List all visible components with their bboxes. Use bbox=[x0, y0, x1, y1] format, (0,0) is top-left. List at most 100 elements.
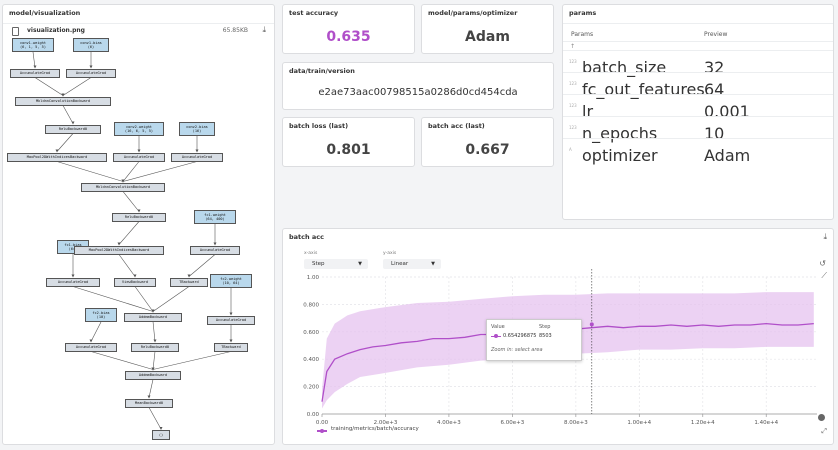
graph-edge bbox=[62, 105, 74, 124]
graph-edge bbox=[152, 351, 156, 370]
graph-param-node: conv2.bias (16) bbox=[179, 122, 215, 136]
x-tick-label: 1.40e+4 bbox=[754, 420, 778, 426]
graph-param-node: conv2.weight (16, 6, 5, 5) bbox=[114, 122, 164, 136]
tooltip-value-header: Value bbox=[491, 324, 505, 330]
optimizer-value: Adam bbox=[465, 29, 510, 45]
params-row[interactable]: 123 batch_size 32 bbox=[563, 50, 833, 77]
y-tick-label: 0.200 bbox=[303, 385, 319, 391]
file-icon bbox=[12, 27, 19, 36]
params-row[interactable]: 123 lr 0.001 bbox=[563, 94, 833, 121]
params-panel: params Params Preview ↑ 123 batch_size 32 1… bbox=[562, 4, 834, 220]
graph-op-node: AccumulateGrad bbox=[207, 315, 255, 325]
graph-op-node: ReluBackward0 bbox=[112, 212, 166, 222]
x-tick-label: 8.00e+3 bbox=[564, 420, 588, 426]
graph-op-node: MkldnnConvolutionBackward bbox=[15, 96, 111, 106]
graph-op-node: ReluBackward0 bbox=[45, 124, 101, 134]
y-tick-label: 0.600 bbox=[303, 330, 319, 336]
data-version-card: data/train/version e2ae73aac00798515a028… bbox=[282, 62, 554, 110]
batch-acc-chart-panel: batch acc ⤓ x-axis Step ▼ y-axis Linear … bbox=[282, 228, 834, 445]
graph-op-node: MaxPool2DWithIndicesBackward bbox=[74, 245, 164, 255]
graph-param-node: conv1.bias (6) bbox=[73, 38, 109, 52]
graph-op-node: TBackward bbox=[214, 342, 248, 352]
graph-edge bbox=[90, 351, 154, 370]
graph-op-node: AccumulateGrad bbox=[171, 152, 223, 162]
card-title: data/train/version bbox=[289, 67, 355, 75]
sort-up-icon[interactable]: ↑ bbox=[570, 43, 575, 50]
card-title: batch loss (last) bbox=[289, 122, 349, 130]
graph-op-node: AddmmBackward bbox=[125, 370, 181, 380]
graph-edge bbox=[134, 286, 154, 312]
x-tick-label: 1.20e+4 bbox=[691, 420, 715, 426]
graph-op-node: MeanBackward0 bbox=[125, 398, 173, 408]
tooltip-step-header: Step bbox=[539, 324, 551, 330]
panel-title: model/visualization bbox=[9, 9, 81, 17]
graph-op-node: MkldnnConvolutionBackward bbox=[81, 182, 165, 192]
graph-edge bbox=[148, 407, 162, 430]
graph-param-node: conv1.weight (6, 1, 5, 5) bbox=[12, 38, 54, 52]
number-icon: 123 bbox=[569, 103, 577, 108]
graph-op-node: ViewBackward bbox=[114, 277, 156, 287]
graph-edge bbox=[32, 51, 36, 68]
legend-dot bbox=[320, 428, 324, 433]
tooltip-hint: Zoom in: select area bbox=[491, 347, 543, 353]
file-name[interactable]: visualization.png bbox=[27, 27, 85, 34]
file-size: 65.85KB bbox=[222, 27, 248, 34]
batch-loss-card: batch loss (last) 0.801 bbox=[282, 117, 415, 167]
graph-op-node: AccumulateGrad bbox=[10, 68, 60, 78]
graph-op-node: ReluBackward0 bbox=[131, 342, 179, 352]
params-row[interactable]: 123 fc_out_features 64 bbox=[563, 72, 833, 99]
graph-edge bbox=[122, 191, 140, 212]
param-name: optimizer bbox=[582, 146, 658, 165]
graph-op-node: AddmmBackward bbox=[124, 312, 182, 322]
y-tick-label: 1.00 bbox=[307, 275, 320, 281]
graph-op-node: AccumulateGrad bbox=[46, 277, 100, 287]
x-tick-label: 6.00e+3 bbox=[501, 420, 525, 426]
text-icon: A bbox=[569, 147, 572, 152]
graph-edge bbox=[152, 321, 156, 342]
graph-edge bbox=[34, 77, 64, 96]
graph-param-node: fc2.weight (10, 64) bbox=[210, 274, 252, 288]
graph-op-node: AccumulateGrad bbox=[113, 152, 165, 162]
panel-title: params bbox=[569, 9, 597, 17]
param-value: Adam bbox=[704, 146, 751, 165]
graph-edge bbox=[118, 254, 136, 277]
model-visualization-panel: model/visualization visualization.png 65… bbox=[2, 4, 275, 445]
batch-acc-value: 0.667 bbox=[465, 142, 510, 158]
download-icon[interactable]: ⤓ bbox=[262, 25, 266, 35]
graph-output-node: () bbox=[152, 430, 170, 440]
card-title: model/params/optimizer bbox=[428, 9, 518, 17]
column-header-preview[interactable]: Preview bbox=[704, 31, 727, 38]
y-tick-label: 0.00 bbox=[307, 412, 320, 418]
test-accuracy-card: test accuracy 0.635 bbox=[282, 4, 415, 54]
graph-edge bbox=[90, 321, 102, 342]
card-title: batch acc (last) bbox=[428, 122, 485, 130]
test-accuracy-value: 0.635 bbox=[326, 29, 371, 45]
x-tick-label: 4.00e+3 bbox=[437, 420, 461, 426]
graph-canvas: conv1.weight (6, 1, 5, 5) conv1.bias (6) A… bbox=[3, 37, 274, 444]
x-tick-label: 1.00e+4 bbox=[627, 420, 651, 426]
number-icon: 123 bbox=[569, 81, 577, 86]
column-header-params[interactable]: Params bbox=[571, 31, 593, 38]
graph-op-node: MaxPool2DWithIndicesBackward bbox=[7, 152, 107, 162]
file-header: visualization.png 65.85KB ⤓ bbox=[3, 23, 274, 38]
chart-tooltip: Value Step 0.654296875 8503 Zoom in: sel… bbox=[486, 319, 582, 361]
graph-param-node: fc2.bias (10) bbox=[85, 308, 117, 322]
params-row[interactable]: 123 n_epochs 10 bbox=[563, 116, 833, 143]
graph-edge bbox=[56, 161, 124, 182]
graph-op-node: AccumulateGrad bbox=[190, 245, 240, 255]
graph-edge bbox=[122, 161, 140, 182]
graph-edge bbox=[152, 351, 232, 370]
legend-label: training/metrics/batch/accuracy bbox=[331, 426, 419, 432]
tooltip-value: 0.654296875 bbox=[503, 333, 537, 339]
graph-edge bbox=[148, 379, 154, 398]
card-title: test accuracy bbox=[289, 9, 339, 17]
graph-edge bbox=[62, 77, 92, 96]
params-row[interactable]: Aoptimizer Adam bbox=[563, 138, 833, 165]
batch-acc-card: batch acc (last) 0.667 bbox=[421, 117, 554, 167]
tooltip-step: 8503 bbox=[539, 333, 552, 339]
highlight-point bbox=[589, 322, 594, 327]
number-icon: 123 bbox=[569, 59, 577, 64]
optimizer-card: model/params/optimizer Adam bbox=[421, 4, 554, 54]
tooltip-series-dot bbox=[494, 334, 498, 338]
graph-op-node: AccumulateGrad bbox=[66, 68, 116, 78]
